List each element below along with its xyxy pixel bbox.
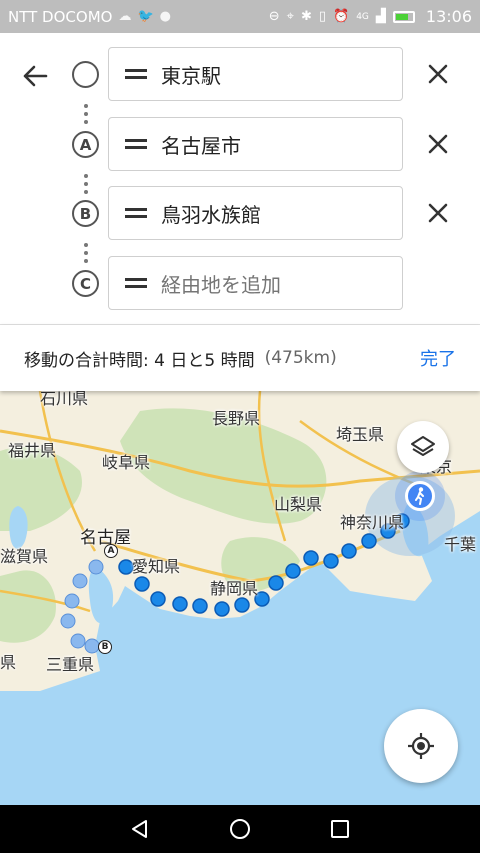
total-time: 移動の合計時間: 4 日と5 時間 [24, 350, 255, 371]
route-dot [134, 576, 150, 592]
waypoint-text: 経由地を追加 [161, 272, 281, 297]
close-icon [428, 134, 448, 154]
triangle-back-icon [132, 820, 147, 838]
route-dot [285, 563, 301, 579]
map-place-label: 神奈川県 [340, 513, 405, 532]
drag-handle-icon[interactable] [125, 207, 147, 219]
drag-handle-icon[interactable] [125, 138, 147, 150]
vibrate-icon: ▯ [318, 9, 326, 24]
waypoint-marker-b: B [72, 200, 99, 227]
square-recents-icon [331, 820, 349, 838]
route-dot [341, 543, 357, 559]
waypoint-field[interactable]: 鳥羽水族館 [108, 186, 403, 240]
route-dot [234, 597, 250, 613]
layers-icon [411, 436, 435, 456]
route-dot [323, 553, 339, 569]
route-dot-faded [70, 633, 86, 649]
alarm-icon: ⏰ [333, 9, 350, 24]
nav-home-button[interactable] [225, 814, 255, 844]
map-place-label: 千葉 [444, 535, 477, 554]
route-dot [361, 533, 377, 549]
system-nav-bar [0, 805, 480, 853]
route-dot [172, 596, 188, 612]
status-bar: NTT DOCOMO ☁ 🐦 ● ⊖ ⌖ ✱ ▯ ⏰ 4G ▟ 13:06 [0, 0, 480, 33]
waypoint-text: 名古屋市 [161, 133, 241, 158]
drag-handle-icon[interactable] [125, 277, 147, 289]
route-dot-faded [64, 593, 80, 609]
map-place-label: 静岡県 [210, 579, 259, 598]
my-location-button[interactable] [384, 709, 458, 783]
circle-home-icon [230, 819, 250, 839]
waypoint-text: 鳥羽水族館 [161, 202, 261, 227]
route-dot-faded [60, 613, 76, 629]
battery-icon [392, 10, 415, 23]
waypoint-row: A 名古屋市 [0, 117, 480, 171]
waypoint-text: 東京駅 [161, 63, 221, 88]
route-dot [118, 559, 134, 575]
current-location-marker [405, 481, 435, 511]
route-dot-faded [88, 559, 104, 575]
map-place-label: 埼玉県 [336, 425, 385, 444]
waypoint-row: C 経由地を追加 [0, 256, 480, 310]
carrier-name: NTT DOCOMO [8, 7, 113, 26]
add-stop-field[interactable]: 経由地を追加 [108, 256, 403, 310]
total-distance: (475km) [264, 348, 337, 368]
waypoint-row: B 鳥羽水族館 [0, 186, 480, 240]
route-dot [268, 575, 284, 591]
map-place-label: 滋賀県 [0, 547, 49, 566]
twitter-icon: 🐦 [137, 9, 154, 24]
waypoint-marker-c: C [72, 270, 99, 297]
done-button[interactable]: 完了 [420, 345, 456, 371]
chat-icon: ● [159, 9, 171, 24]
map-place-label: 長野県 [212, 409, 261, 428]
signal-label: 4G [356, 11, 369, 22]
route-dot-faded [72, 573, 88, 589]
dnd-icon: ⊖ [268, 9, 280, 24]
nav-recents-button[interactable] [325, 814, 355, 844]
signal-icon: ▟ [375, 9, 386, 24]
bluetooth-icon: ✱ [300, 9, 312, 24]
close-icon [428, 203, 448, 223]
route-dot [192, 598, 208, 614]
route-dot [214, 601, 230, 617]
waypoint-field[interactable]: 名古屋市 [108, 117, 403, 171]
cloud-icon: ☁ [118, 9, 132, 24]
nav-back-button[interactable] [125, 814, 155, 844]
location-icon: ⌖ [286, 9, 294, 24]
route-dot [303, 550, 319, 566]
walking-person-icon [415, 487, 424, 505]
clock: 13:06 [425, 7, 472, 26]
route-dot [150, 591, 166, 607]
drag-handle-icon[interactable] [125, 68, 147, 80]
waypoint-row: 東京駅 [0, 47, 480, 101]
map-place-label: 名古屋 [80, 528, 131, 548]
map-layers-button[interactable] [397, 421, 449, 473]
pin-a-marker[interactable]: A [104, 544, 118, 558]
directions-panel: 東京駅 A 名古屋市 B 鳥羽水族館 C 経由地を追加 [0, 33, 480, 325]
origin-marker [72, 61, 99, 88]
map-place-label: 県 [0, 653, 17, 672]
map-view[interactable]: 石川県長野県埼玉県福井県岐阜県東京山梨県神奈川県名古屋滋賀県愛知県千葉静岡県県三… [0, 391, 480, 805]
waypoint-field[interactable]: 東京駅 [108, 47, 403, 101]
map-place-label: 愛知県 [132, 557, 181, 576]
remove-waypoint-button[interactable] [423, 129, 453, 159]
pin-b-marker[interactable]: B [98, 640, 112, 654]
crosshair-icon [408, 733, 434, 759]
remove-waypoint-button[interactable] [423, 59, 453, 89]
close-icon [428, 64, 448, 84]
map-place-label: 石川県 [40, 391, 89, 408]
waypoint-marker-a: A [72, 131, 99, 158]
map-place-label: 岐阜県 [102, 453, 151, 472]
map-place-label: 山梨県 [274, 495, 323, 514]
map-place-label: 福井県 [8, 441, 57, 460]
map-place-label: 三重県 [46, 655, 95, 674]
remove-waypoint-button[interactable] [423, 198, 453, 228]
route-summary: 移動の合計時間: 4 日と5 時間 (475km) 完了 [0, 325, 480, 391]
